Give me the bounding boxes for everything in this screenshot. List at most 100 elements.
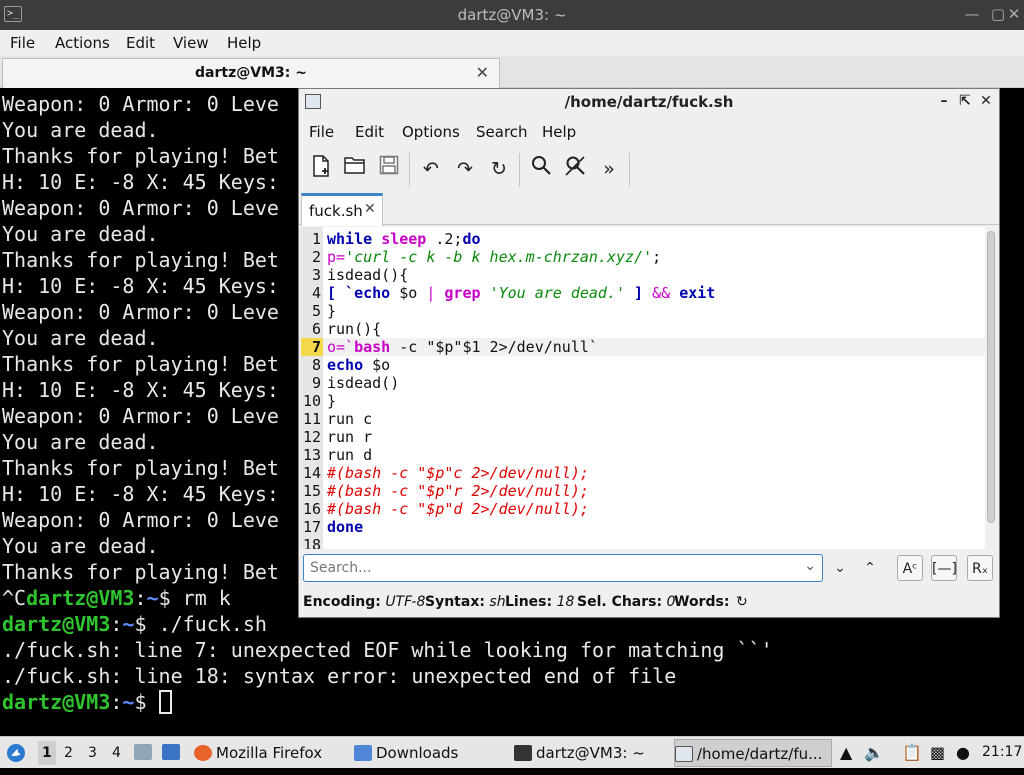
code-line: } — [327, 392, 337, 410]
terminal-line: You are dead. — [2, 222, 159, 246]
clipboard-icon[interactable]: 📋 — [902, 743, 922, 762]
more-tools-icon[interactable]: » — [595, 155, 623, 183]
scrollbar-thumb[interactable] — [987, 231, 995, 523]
refresh-words-icon[interactable]: ↻ — [736, 594, 748, 610]
show-desktop-icon[interactable] — [162, 743, 184, 775]
save-icon[interactable] — [375, 155, 403, 183]
desktop-4[interactable]: 4 — [112, 745, 121, 761]
close-tab-icon[interactable]: ✕ — [364, 201, 376, 217]
code-line: o=`bash -c "$p"$1 2>/dev/null` — [327, 338, 598, 356]
line-number: 4 — [311, 284, 321, 302]
new-file-icon[interactable] — [307, 155, 335, 183]
terminal-prompt-line: dartz@VM3:~$ — [2, 689, 172, 715]
keyword: do — [462, 230, 481, 248]
file-manager-launcher-icon[interactable] — [134, 743, 156, 775]
task-firefox[interactable]: Mozilla Firefox — [194, 739, 348, 767]
code-line: done — [327, 518, 364, 536]
prompt-sign: $ — [134, 612, 159, 636]
task-editor[interactable]: /home/dartz/fu... — [674, 739, 832, 767]
terminal-line: Weapon: 0 Armor: 0 Leve — [2, 404, 279, 428]
open-folder-icon[interactable] — [341, 155, 369, 183]
find-icon[interactable] — [527, 155, 555, 183]
find-next-icon[interactable]: ⌄ — [827, 555, 853, 581]
terminal-cursor — [158, 690, 172, 714]
line-number-current: 7 — [301, 338, 323, 356]
whole-word-icon[interactable]: [—] — [931, 555, 957, 581]
match-case-icon[interactable]: Aᶜ — [897, 555, 923, 581]
editor-titlebar[interactable]: /home/dartz/fuck.sh – ⇱ ✕ — [299, 89, 999, 115]
network-icon[interactable]: ▩ — [930, 743, 945, 762]
search-bar: Search... ⌄ ⌄ ⌃ Aᶜ [—] Rₓ — [299, 549, 999, 589]
terminal-line: Thanks for playing! Bet — [2, 248, 279, 272]
reload-icon[interactable]: ↻ — [485, 155, 513, 183]
comment-line: #(bash -c "$p"r 2>/dev/null); — [327, 482, 589, 500]
clock[interactable]: 21:17 — [982, 744, 1022, 760]
editor-tab-label: fuck.sh — [309, 202, 363, 220]
line-number: 17 — [302, 518, 321, 536]
desktop-1[interactable]: 1 — [38, 741, 56, 765]
chevron-down-icon[interactable]: ⌄ — [804, 558, 816, 574]
minimize-icon[interactable]: — — [962, 4, 982, 24]
editor-window: /home/dartz/fuck.sh – ⇱ ✕ File Edit Opti… — [298, 88, 1000, 618]
line-number: 1 — [311, 230, 321, 248]
terminal-tab-label: dartz@VM3: ~ — [195, 65, 307, 81]
terminal-prompt-line: ^Cdartz@VM3:~$ rm k — [2, 585, 231, 611]
find-replace-icon[interactable] — [561, 155, 589, 183]
desktop-2[interactable]: 2 — [64, 745, 73, 761]
update-icon[interactable]: ● — [956, 743, 970, 762]
regex-icon[interactable]: Rₓ — [967, 555, 993, 581]
comment-line: #(bash -c "$p"c 2>/dev/null); — [327, 464, 589, 482]
editor-menu-file[interactable]: File — [309, 123, 334, 141]
task-label: Downloads — [376, 744, 459, 762]
close-tab-icon[interactable]: ✕ — [476, 63, 489, 82]
editor-menu-edit[interactable]: Edit — [355, 123, 384, 141]
terminal-menu-help[interactable]: Help — [227, 34, 261, 52]
close-icon[interactable]: ✕ — [1004, 4, 1024, 24]
bracket: ] — [625, 284, 653, 302]
start-menu-icon[interactable] — [6, 743, 26, 775]
code-line: } — [327, 302, 337, 320]
editor-window-title: /home/dartz/fuck.sh — [564, 93, 734, 111]
code-line: run(){ — [327, 320, 382, 338]
code-editor[interactable]: 1 2 3 4 5 6 7 8 9 10 11 12 13 14 15 16 1… — [301, 227, 985, 549]
task-downloads[interactable]: Downloads — [354, 739, 508, 767]
close-icon[interactable]: ✕ — [977, 92, 995, 110]
task-terminal[interactable]: dartz@VM3: ~ — [514, 739, 668, 767]
volume-icon[interactable]: 🔈 — [864, 743, 884, 762]
vertical-scrollbar[interactable] — [985, 227, 997, 549]
command-text: rm k — [182, 586, 231, 610]
prompt-dir: ~ — [146, 586, 159, 610]
find-previous-icon[interactable]: ⌃ — [857, 555, 883, 581]
terminal-menu-actions[interactable]: Actions — [55, 34, 110, 52]
terminal-menu-file[interactable]: File — [10, 34, 35, 52]
editor-menu-help[interactable]: Help — [542, 123, 576, 141]
desktop-3[interactable]: 3 — [88, 745, 97, 761]
redo-icon[interactable]: ↷ — [451, 155, 479, 183]
editor-statusbar: Encoding: UTF-8 Syntax: sh Lines: 18 Sel… — [299, 591, 999, 615]
restore-icon[interactable]: ⇱ — [956, 92, 974, 110]
variable: p= — [327, 248, 346, 266]
terminal-menu-edit[interactable]: Edit — [126, 34, 155, 52]
words-status: Words: — [674, 594, 730, 610]
taskbar-scroll-icon[interactable]: ▲ — [840, 743, 852, 762]
terminal-menu-view[interactable]: View — [173, 34, 209, 52]
terminal-line: You are dead. — [2, 118, 159, 142]
terminal-tab[interactable]: dartz@VM3: ~ ✕ — [2, 58, 500, 88]
minimize-icon[interactable]: – — [935, 92, 953, 110]
code-text: $o — [363, 356, 391, 374]
builtin: grep — [444, 284, 481, 302]
terminal-error-line: ./fuck.sh: line 18: syntax error: unexpe… — [2, 664, 677, 688]
editor-menu-options[interactable]: Options — [402, 123, 460, 141]
builtin: echo — [327, 356, 364, 374]
terminal-titlebar[interactable]: >_ dartz@VM3: ~ — ▢ ✕ — [0, 0, 1024, 30]
prompt-sign: $ — [134, 690, 159, 714]
code-line: isdead() — [327, 374, 400, 392]
string: 'You are dead.' — [489, 284, 626, 302]
prompt-sign: $ — [158, 586, 183, 610]
search-input[interactable]: Search... ⌄ — [303, 554, 823, 582]
undo-icon[interactable]: ↶ — [417, 155, 445, 183]
editor-tab-fuck-sh[interactable]: fuck.sh ✕ — [301, 193, 383, 226]
code-line: echo $o — [327, 356, 390, 374]
editor-menu-search[interactable]: Search — [476, 123, 528, 141]
